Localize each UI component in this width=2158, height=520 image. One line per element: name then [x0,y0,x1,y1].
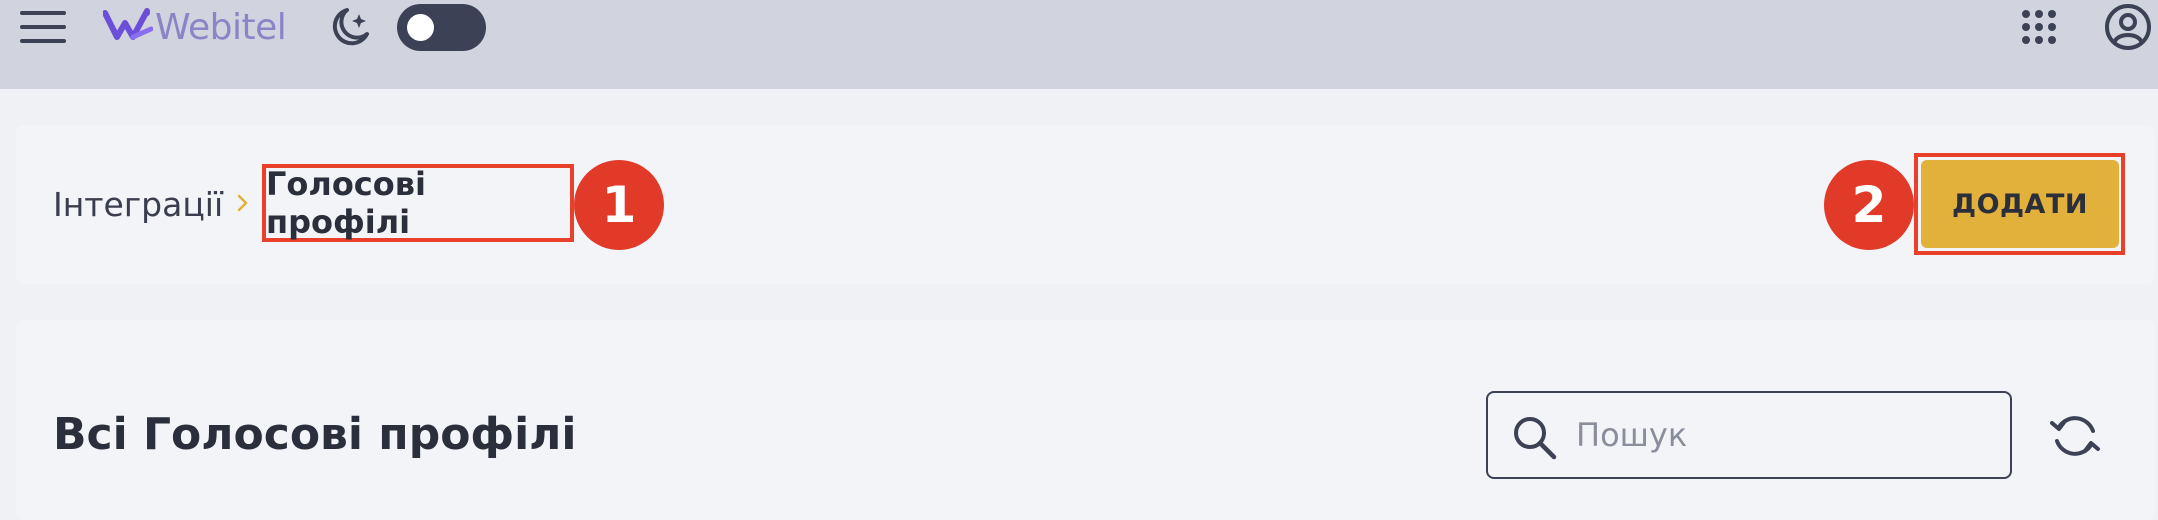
webitel-logo-icon [103,8,153,40]
apps-grid-icon[interactable] [2020,8,2058,46]
theme-toggle[interactable] [397,4,486,51]
hamburger-menu-icon[interactable] [18,5,68,49]
breadcrumb-current: Голосові профілі [266,165,426,241]
search-field[interactable] [1486,391,2012,479]
breadcrumb-current-highlight: Голосові профілі [262,164,574,242]
account-circle-icon[interactable] [2104,3,2152,51]
search-icon [1514,417,1557,460]
refresh-icon[interactable] [2048,409,2102,463]
breadcrumb-item-integrations[interactable]: Інтеграції [53,183,223,227]
search-input[interactable] [1576,403,1996,467]
webitel-logo[interactable]: Webitel [103,4,287,50]
annotation-badge-2: 2 [1824,160,1914,250]
chevron-right-icon [237,194,248,212]
logo-text: Webitel [155,6,287,48]
top-header: Webitel [0,0,2158,89]
toggle-knob [407,14,434,41]
annotation-badge-1: 1 [574,160,664,250]
add-button[interactable]: ДОДАТИ [1921,160,2119,248]
moon-sparkle-icon [332,8,369,46]
page-title: Всі Голосові профілі [53,409,577,460]
